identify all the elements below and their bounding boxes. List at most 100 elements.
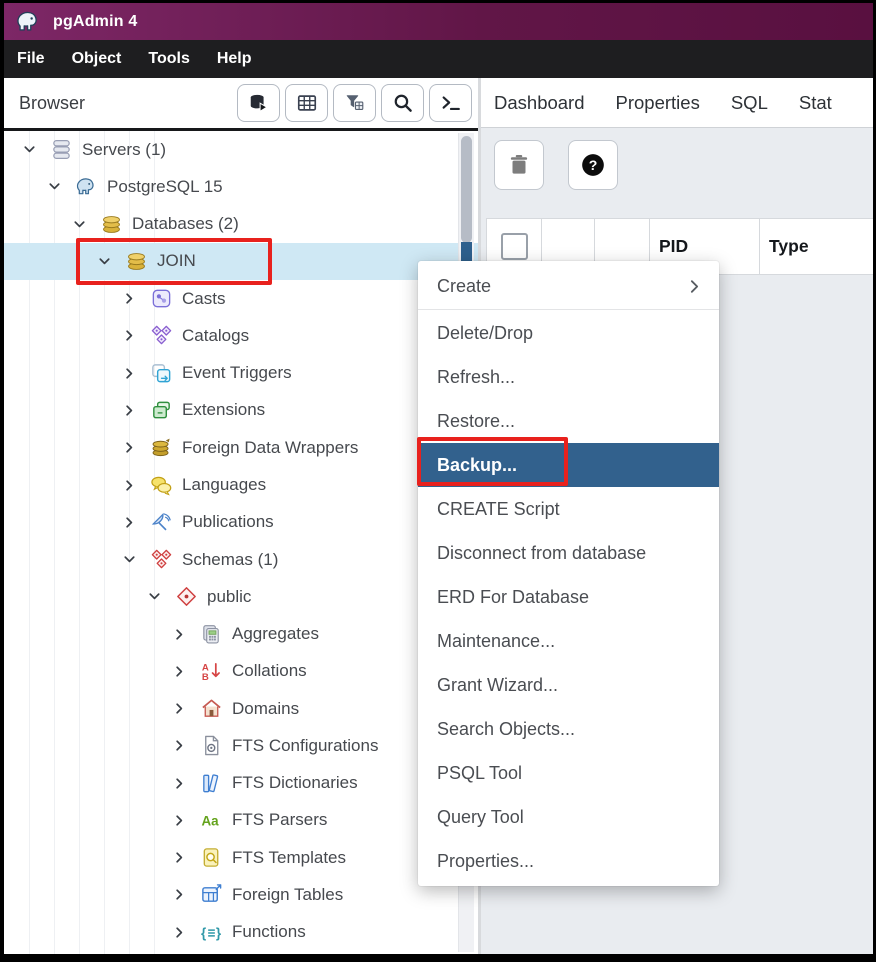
- tree-item-servers-1[interactable]: Servers (1): [4, 131, 478, 168]
- chevron-down-icon[interactable]: [146, 588, 163, 605]
- tree-item-languages[interactable]: Languages: [4, 466, 478, 503]
- menu-object[interactable]: Object: [72, 50, 122, 68]
- tree-item-foreign-tables[interactable]: Foreign Tables: [4, 876, 478, 913]
- tree-item-label: FTS Dictionaries: [232, 773, 358, 793]
- help-button[interactable]: ?: [568, 140, 618, 190]
- chevron-right-icon[interactable]: [121, 514, 138, 531]
- browser-panel-title: Browser: [19, 93, 85, 114]
- chevron-down-icon[interactable]: [121, 551, 138, 568]
- chevron-right-icon[interactable]: [171, 886, 188, 903]
- search-button[interactable]: [381, 84, 424, 122]
- casts-icon: [149, 287, 173, 311]
- chevron-down-icon[interactable]: [21, 141, 38, 158]
- menubar: File Object Tools Help: [4, 40, 873, 78]
- tree-item-postgresql-15[interactable]: PostgreSQL 15: [4, 168, 478, 205]
- languages-icon: [149, 473, 173, 497]
- tree-item-label: public: [207, 587, 251, 607]
- select-all-checkbox[interactable]: [501, 233, 528, 260]
- context-menu-item-refresh[interactable]: Refresh...: [418, 355, 719, 399]
- context-menu: CreateDelete/DropRefresh...Restore...Bac…: [418, 261, 719, 886]
- database-gold-icon: [124, 249, 148, 273]
- chevron-down-icon[interactable]: [96, 253, 113, 270]
- tree-item-foreign-data-wrappers[interactable]: Foreign Data Wrappers: [4, 429, 478, 466]
- tree-item-label: Domains: [232, 699, 299, 719]
- tree-item-fts-configurations[interactable]: FTS Configurations: [4, 727, 478, 764]
- tree-item-label: Schemas (1): [182, 550, 278, 570]
- menu-tools[interactable]: Tools: [148, 50, 189, 68]
- browser-toolbar: [237, 84, 472, 122]
- tree-item-domains[interactable]: Domains: [4, 690, 478, 727]
- tree-item-join[interactable]: JOIN: [4, 243, 478, 280]
- fts-template-icon: [199, 846, 223, 870]
- aggregates-icon: [199, 622, 223, 646]
- tree-item-extensions[interactable]: Extensions: [4, 392, 478, 429]
- context-menu-item-create-script[interactable]: CREATE Script: [418, 487, 719, 531]
- chevron-right-icon[interactable]: [171, 924, 188, 941]
- chevron-right-icon[interactable]: [171, 849, 188, 866]
- table-grid-button[interactable]: [285, 84, 328, 122]
- context-menu-item-backup[interactable]: Backup...: [418, 443, 719, 487]
- context-menu-item-psql-tool[interactable]: PSQL Tool: [418, 751, 719, 795]
- terminal-button[interactable]: [429, 84, 472, 122]
- tree-item-label: Servers (1): [82, 140, 166, 160]
- context-menu-item-properties[interactable]: Properties...: [418, 839, 719, 883]
- publication-icon: [149, 510, 173, 534]
- chevron-right-icon[interactable]: [121, 439, 138, 456]
- chevron-right-icon[interactable]: [121, 477, 138, 494]
- chevron-right-icon[interactable]: [121, 327, 138, 344]
- tab-dashboard[interactable]: Dashboard: [494, 92, 585, 114]
- tree-item-fts-parsers[interactable]: AaFTS Parsers: [4, 802, 478, 839]
- context-menu-item-maintenance[interactable]: Maintenance...: [418, 619, 719, 663]
- tree-item-public[interactable]: public: [4, 578, 478, 615]
- tree-item-label: Foreign Data Wrappers: [182, 438, 358, 458]
- menu-file[interactable]: File: [17, 50, 45, 68]
- tree-item-schemas-1[interactable]: Schemas (1): [4, 541, 478, 578]
- context-menu-item-query-tool[interactable]: Query Tool: [418, 795, 719, 839]
- tab-sql[interactable]: SQL: [731, 92, 768, 114]
- tree-item-fts-templates[interactable]: FTS Templates: [4, 839, 478, 876]
- trash-icon: [506, 152, 532, 178]
- context-menu-item-label: PSQL Tool: [437, 763, 522, 784]
- database-play-icon: [248, 92, 270, 114]
- schema-public-icon: [174, 585, 198, 609]
- tree-item-casts[interactable]: Casts: [4, 280, 478, 317]
- context-menu-item-restore[interactable]: Restore...: [418, 399, 719, 443]
- tab-properties[interactable]: Properties: [616, 92, 700, 114]
- tree-item-catalogs[interactable]: Catalogs: [4, 317, 478, 354]
- fts-parser-icon: Aa: [199, 808, 223, 832]
- chevron-right-icon[interactable]: [171, 812, 188, 829]
- chevron-right-icon[interactable]: [171, 663, 188, 680]
- context-menu-item-grant-wizard[interactable]: Grant Wizard...: [418, 663, 719, 707]
- menu-help[interactable]: Help: [217, 50, 252, 68]
- domains-icon: [199, 697, 223, 721]
- context-menu-item-delete-drop[interactable]: Delete/Drop: [418, 311, 719, 355]
- tree-item-event-triggers[interactable]: Event Triggers: [4, 355, 478, 392]
- tree-item-databases-2[interactable]: Databases (2): [4, 206, 478, 243]
- tree-item-fts-dictionaries[interactable]: FTS Dictionaries: [4, 765, 478, 802]
- tree-item-label: FTS Templates: [232, 848, 346, 868]
- tree-item-aggregates[interactable]: Aggregates: [4, 615, 478, 652]
- filter-table-button[interactable]: [333, 84, 376, 122]
- chevron-right-icon[interactable]: [171, 700, 188, 717]
- chevron-right-icon[interactable]: [171, 775, 188, 792]
- table-grid-icon: [296, 92, 318, 114]
- tree-item-collations[interactable]: ABCollations: [4, 653, 478, 690]
- tree-item-functions[interactable]: {}Functions: [4, 914, 478, 951]
- chevron-down-icon[interactable]: [71, 216, 88, 233]
- context-menu-item-create[interactable]: Create: [418, 264, 719, 308]
- tree-item-publications[interactable]: Publications: [4, 504, 478, 541]
- chevron-right-icon[interactable]: [121, 402, 138, 419]
- chevron-down-icon[interactable]: [46, 178, 63, 195]
- context-menu-item-disconnect-from-database[interactable]: Disconnect from database: [418, 531, 719, 575]
- chevron-right-icon[interactable]: [121, 365, 138, 382]
- trash-button[interactable]: [494, 140, 544, 190]
- chevron-right-icon[interactable]: [171, 626, 188, 643]
- chevron-right-icon[interactable]: [171, 737, 188, 754]
- context-menu-item-erd-for-database[interactable]: ERD For Database: [418, 575, 719, 619]
- tree-scrollbar-thumb[interactable]: [461, 136, 472, 243]
- chevron-right-icon[interactable]: [121, 290, 138, 307]
- context-menu-item-search-objects[interactable]: Search Objects...: [418, 707, 719, 751]
- tree-item-label: Databases (2): [132, 214, 239, 234]
- database-play-button[interactable]: [237, 84, 280, 122]
- tab-stat[interactable]: Stat: [799, 92, 832, 114]
